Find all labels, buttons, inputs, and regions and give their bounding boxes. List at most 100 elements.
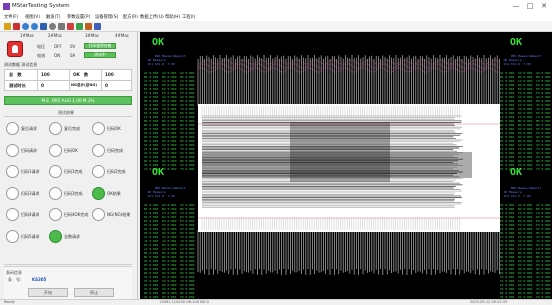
signal-indicator[interactable]: 复位完成 <box>49 122 91 136</box>
status-light-icon <box>49 143 62 157</box>
check-icon[interactable] <box>76 23 83 30</box>
signal-label: 扫码3完成 <box>64 190 83 196</box>
grid-key: NG总计(总NG) <box>71 83 97 87</box>
zoom-out-icon[interactable] <box>31 23 38 30</box>
save-icon[interactable] <box>4 23 11 30</box>
zoom-in-icon[interactable] <box>22 23 29 30</box>
signal-label: NG(NG)结果 <box>107 212 131 217</box>
grid-value: 0 <box>105 83 108 88</box>
pen-icon[interactable] <box>85 23 92 30</box>
measure-head: PRO.MeasureResult OK Measure Ch3 101.0 7… <box>147 186 186 198</box>
measure-text: PRO.MeasureResult OK Measure Ch3 101.0 7… <box>144 182 195 299</box>
grid-key: OK 数 <box>73 72 89 77</box>
measure-values: A1 0.001 A2 0.001 A3 0.001 B1 0.002 B2 0… <box>500 203 551 299</box>
measure-values: A1 0.001 A2 0.001 A3 0.001 B1 0.002 B2 0… <box>144 203 195 299</box>
settings-icon[interactable] <box>58 23 65 30</box>
menu-device[interactable]: 设备管理(S) <box>95 14 118 20</box>
barcode-value: KS305 <box>32 277 47 282</box>
signal-indicator[interactable]: 扫码完成 <box>92 143 134 158</box>
record-icon[interactable] <box>49 23 56 30</box>
column-header: 2#Mac <box>48 33 62 38</box>
cut-icon[interactable] <box>67 23 74 30</box>
signal-indicator[interactable]: 扫码4请求 <box>6 208 48 222</box>
signal-label: 扫码完成 <box>107 147 123 153</box>
stop-button[interactable]: 停止 <box>74 288 114 297</box>
menu-trigger[interactable]: 触发(T) <box>46 14 61 20</box>
maximize-button[interactable]: □ <box>523 2 537 11</box>
signal-indicator[interactable]: 扫码3请求 <box>6 186 48 201</box>
signal-indicator[interactable]: 扫码5请求 <box>6 229 48 244</box>
menu-upload[interactable]: 数据上传(U) <box>140 14 164 20</box>
signal-label: 扫码2完成 <box>107 169 126 174</box>
measure-head: PRO.MeasureResult OK Measure Ch1 101.0 7… <box>147 54 186 66</box>
ok-indicator: OK <box>152 37 165 48</box>
status-light-icon <box>92 143 105 157</box>
measure-head: PRO.MeasureResult OK Measure Ch4 101.0 7… <box>503 186 542 198</box>
signal-indicator[interactable]: 扫码3完成 <box>49 186 91 201</box>
minimize-button[interactable]: — <box>509 2 523 11</box>
signal-indicator[interactable]: 扫码2完成 <box>92 165 134 179</box>
menu-view[interactable]: 视图(V) <box>25 14 40 20</box>
testing-button[interactable]: 测试中 <box>84 52 116 58</box>
signal-indicator[interactable]: NG(NG)结果 <box>92 208 134 222</box>
status-light-icon <box>6 122 19 135</box>
result-status-bar: M.E. OK5 AUG 1.00 M 3% <box>4 96 132 105</box>
measure-values: A1 0.001 A2 0.001 A3 0.001 B1 0.002 B2 0… <box>500 71 551 171</box>
app-logo-icon <box>3 3 10 10</box>
signal-indicator[interactable]: 扫码OK <box>92 122 134 136</box>
signal-label: 扫码4请求 <box>21 212 40 217</box>
signal-label: 扫码OK <box>64 147 78 153</box>
data-tabs[interactable]: 测试数据 测试信息 <box>4 62 37 68</box>
column-header: 4#Mac <box>115 33 129 38</box>
signal-label: 扫码1完成 <box>64 169 83 174</box>
grid-value: 100 <box>105 72 114 77</box>
column-header: 3#Mac <box>85 33 99 38</box>
status-light-icon <box>6 229 19 243</box>
column-header: 1#Mac <box>20 33 34 38</box>
signal-indicator[interactable]: OK结果 <box>92 186 134 201</box>
signal-label: 复位请求 <box>21 126 37 131</box>
print-pass-button[interactable]: 打印程序合格 <box>84 43 116 49</box>
folder-icon[interactable] <box>13 23 20 30</box>
grid-value: 0 <box>41 83 44 88</box>
grid-icon[interactable] <box>40 23 47 30</box>
signal-indicator[interactable]: 扫码4OK完成 <box>49 208 91 222</box>
summary-grid: 总 数 100 OK 数 100 测试时长 0 NG总计(总NG) 0 <box>4 69 132 91</box>
measure-text: PRO.MeasureResult OK Measure Ch4 101.0 7… <box>500 182 551 299</box>
status-light-icon <box>49 122 62 135</box>
status-left: Ready <box>4 300 15 304</box>
app-window: MStarTesting System — □ ✕ 文件(F) 视图(V) 触发… <box>0 0 552 305</box>
row-label: 电压 <box>37 44 45 49</box>
toolbar <box>0 21 552 32</box>
status-light-icon <box>49 186 62 200</box>
status-light-icon <box>49 229 62 243</box>
signal-label: 扫码5请求 <box>21 233 40 239</box>
menu-recipe[interactable]: 配方(R) <box>123 14 138 20</box>
menu-help[interactable]: 帮助(H) <box>165 14 180 20</box>
ok-indicator: OK <box>510 37 523 48</box>
menu-project[interactable]: 工程(I) <box>182 14 195 20</box>
status-right: 2023-05-12 09:21:33 <box>470 300 508 304</box>
status-light-icon <box>92 165 105 178</box>
close-button[interactable]: ✕ <box>537 2 551 11</box>
menu-file[interactable]: 文件(F) <box>4 14 18 20</box>
signal-indicator[interactable]: 扫码1完成 <box>49 165 91 179</box>
start-button[interactable]: 开始 <box>28 288 68 297</box>
status-bar: Ready COM1 115200 OK:100 NG:0 2023-05-12… <box>0 299 552 305</box>
row-value: ON <box>54 53 61 58</box>
emergency-stop-button[interactable] <box>7 41 23 57</box>
divider <box>4 264 132 265</box>
waveform-display[interactable]: OK OK OK OK PRO.MeasureResult OK Measure… <box>140 32 552 299</box>
signal-indicator[interactable]: 扫码请求 <box>6 143 48 158</box>
signal-indicator[interactable]: 扫码OK <box>49 143 91 158</box>
barcode-label: 条 号: <box>8 277 22 282</box>
chart-icon[interactable] <box>94 23 101 30</box>
measure-text: PRO.MeasureResult OK Measure Ch1 101.0 7… <box>144 50 195 179</box>
title-bar: MStarTesting System — □ ✕ <box>0 0 552 13</box>
signal-indicator[interactable]: 扫码1请求 <box>6 165 48 179</box>
menu-params[interactable]: 参数设置(P) <box>67 14 90 20</box>
signal-indicator[interactable]: 复位请求 <box>6 122 48 136</box>
row-value: 0V <box>70 44 76 49</box>
signal-indicator[interactable]: 全数请求 <box>49 229 91 244</box>
status-light-icon <box>6 143 19 157</box>
